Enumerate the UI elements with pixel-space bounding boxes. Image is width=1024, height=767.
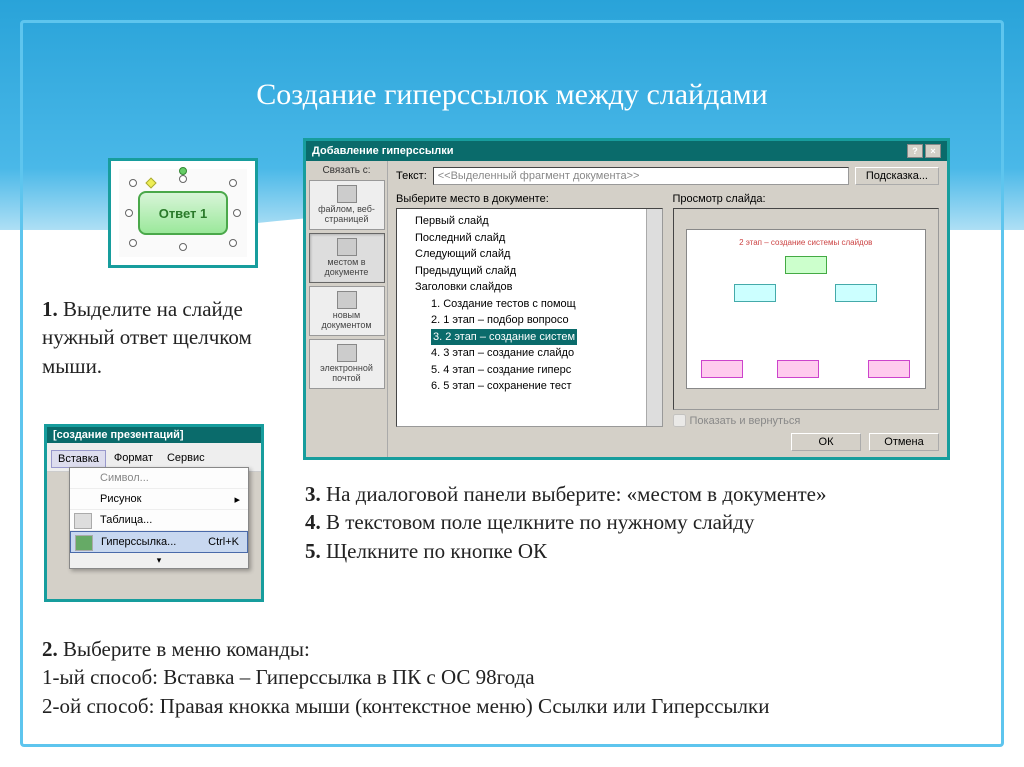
tree-item: Последний слайд [401, 230, 658, 247]
menu-screenshot: [создание презентаций] Вставка Формат Се… [44, 424, 264, 602]
text-label: Текст: [396, 170, 427, 182]
tree-item: 1. Создание тестов с помощ [401, 296, 658, 313]
document-tree[interactable]: Первый слайд Последний слайд Следующий с… [396, 208, 663, 427]
email-icon [337, 344, 357, 362]
insert-dropdown: Символ... Рисунок▸ Таблица... Гиперссылк… [69, 467, 249, 569]
text-input[interactable]: <<Выделенный фрагмент документа>> [433, 167, 849, 185]
tree-item: 2. 1 этап – подбор вопросо [401, 312, 658, 329]
scrollbar[interactable] [646, 209, 662, 426]
link-file-web[interactable]: файлом, веб-страницей [309, 180, 385, 230]
link-new-doc[interactable]: новым документом [309, 286, 385, 336]
show-return-checkbox[interactable]: Показать и вернуться [673, 414, 940, 427]
tip-button[interactable]: Подсказка... [855, 167, 939, 185]
dialog-title: Добавление гиперссылки [312, 145, 453, 157]
slide-preview: 2 этап – создание системы слайдов [673, 208, 940, 410]
answer-button: Ответ 1 [138, 191, 228, 235]
link-email[interactable]: электронной почтой [309, 339, 385, 389]
link-place-in-doc[interactable]: местом в документе [309, 233, 385, 283]
tree-item: Первый слайд [401, 213, 658, 230]
tree-item: Заголовки слайдов [401, 279, 658, 296]
menu-service[interactable]: Сервис [161, 450, 211, 468]
hyperlink-icon [75, 535, 93, 551]
step1-text: 1. Выделите на слайде нужный ответ щелчк… [42, 295, 302, 380]
menu-item-picture[interactable]: Рисунок▸ [70, 489, 248, 510]
menu-expand[interactable]: ▾ [70, 553, 248, 568]
tree-item-selected: 3. 2 этап – создание систем [401, 329, 658, 346]
menu-item-table[interactable]: Таблица... [70, 510, 248, 531]
steps-3-5-text: 3. На диалоговой панели выберите: «место… [305, 480, 955, 565]
preview-label: Просмотр слайда: [673, 193, 940, 205]
menu-item-hyperlink[interactable]: Гиперссылка...Ctrl+K [70, 531, 248, 553]
link-with-label: Связать с: [308, 165, 385, 176]
close-icon[interactable]: × [925, 144, 941, 158]
tree-item: Предыдущий слайд [401, 263, 658, 280]
globe-icon [337, 185, 357, 203]
cancel-button[interactable]: Отмена [869, 433, 939, 451]
ok-button[interactable]: ОК [791, 433, 861, 451]
menu-insert[interactable]: Вставка [51, 450, 106, 468]
hyperlink-dialog: Добавление гиперссылки ? × Связать с: фа… [303, 138, 950, 460]
help-icon[interactable]: ? [907, 144, 923, 158]
menu-format[interactable]: Формат [108, 450, 159, 468]
tree-item: Следующий слайд [401, 246, 658, 263]
step2-text: 2. Выберите в меню команды: 1-ый способ:… [42, 635, 982, 720]
menu-window-title: [создание презентаций] [47, 427, 261, 443]
tree-item: 5. 4 этап – создание гиперс [401, 362, 658, 379]
tree-item: 4. 3 этап – создание слайдо [401, 345, 658, 362]
menu-item-symbol[interactable]: Символ... [70, 468, 248, 489]
answer-screenshot: Ответ 1 [108, 158, 258, 268]
new-doc-icon [337, 291, 357, 309]
table-icon [74, 513, 92, 529]
tree-label: Выберите место в документе: [396, 193, 663, 205]
document-icon [337, 238, 357, 256]
slide-title: Создание гиперссылок между слайдами [0, 78, 1024, 112]
tree-item: 6. 5 этап – сохранение тест [401, 378, 658, 395]
